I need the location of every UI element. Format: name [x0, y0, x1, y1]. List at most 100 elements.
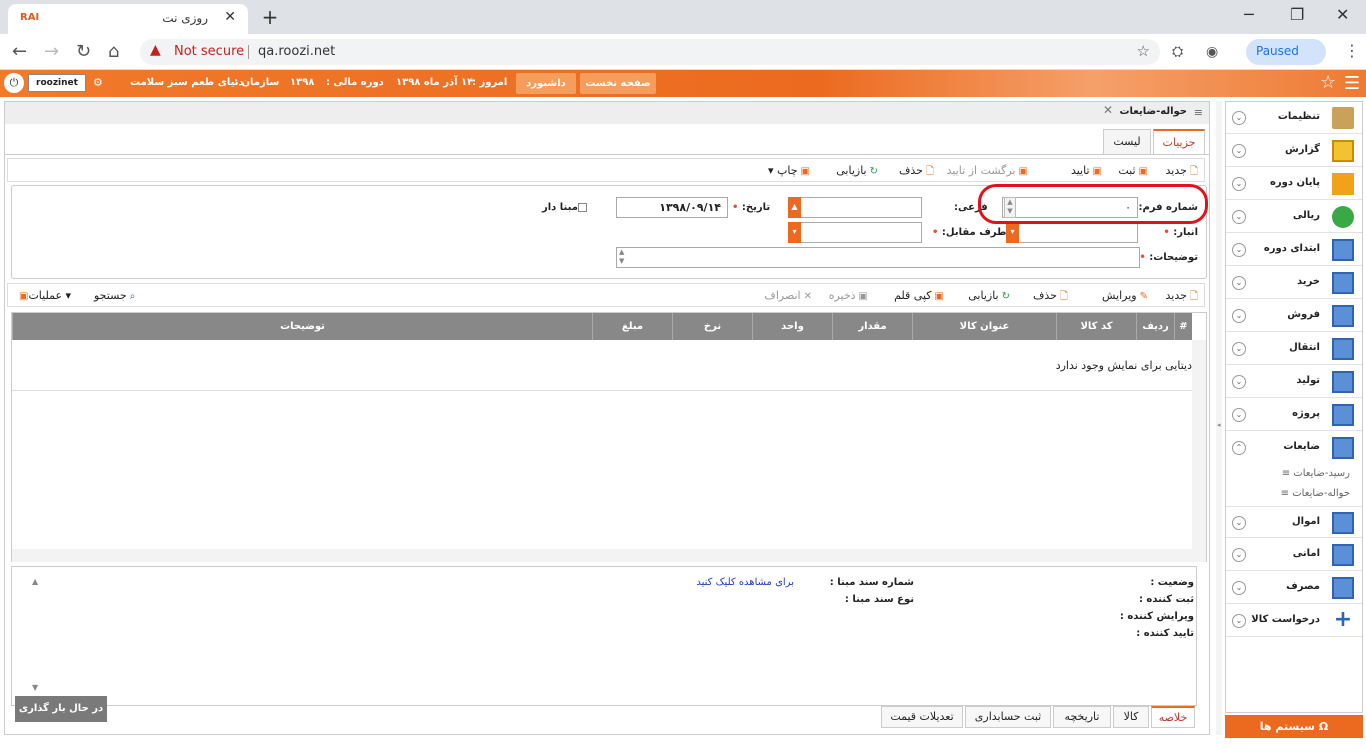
home-page-button[interactable]: صفحه نخست: [580, 73, 656, 94]
sidebar-item-period-start[interactable]: ابتدای دوره ⌄: [1226, 234, 1362, 266]
print-button[interactable]: ▣چاپ ▾: [768, 164, 810, 177]
delete-button[interactable]: 🗋حذف: [899, 164, 934, 181]
search-button[interactable]: ⌕جستجو: [94, 289, 135, 302]
description-input[interactable]: ▲ ▼: [616, 247, 1140, 268]
close-window-icon[interactable]: ✕: [1336, 5, 1349, 24]
sidebar-item-rial[interactable]: ریالی ⌄: [1226, 201, 1362, 233]
party-select[interactable]: [788, 222, 922, 243]
sidebar-item-consumption[interactable]: مصرف ⌄: [1226, 572, 1362, 604]
view-link[interactable]: برای مشاهده کلیک کنید: [696, 577, 794, 588]
minimize-icon[interactable]: ─: [1244, 5, 1254, 24]
power-icon[interactable]: ⏻: [4, 73, 24, 93]
new-button[interactable]: 🗋جدید: [1166, 164, 1198, 181]
required-mark: •: [1163, 227, 1170, 238]
forward-icon[interactable]: →: [44, 41, 59, 62]
tab-accounting[interactable]: ثبت حسابداری: [965, 706, 1051, 728]
omnibox[interactable]: ▲ Not secure qa.roozi.net ☆: [140, 39, 1160, 65]
close-tab-icon[interactable]: ✕: [224, 9, 236, 25]
col-row[interactable]: ردیف: [1136, 313, 1174, 340]
grid-refresh-button[interactable]: ↻بازیابی: [968, 289, 1010, 302]
dashboard-button[interactable]: داشبورد: [516, 73, 576, 94]
sidebar-item-consignment[interactable]: امانی ⌄: [1226, 539, 1362, 571]
sidebar-item-purchase[interactable]: خرید ⌄: [1226, 267, 1362, 299]
org-value: دنیای طعم سبز سلامت: [130, 77, 244, 88]
hamburger-menu-icon[interactable]: ☰: [1344, 73, 1360, 94]
cancel-button[interactable]: ✕انصراف: [764, 289, 812, 302]
confirm-button[interactable]: ▣تایید: [1071, 164, 1102, 177]
col-title[interactable]: عنوان کالا: [912, 313, 1056, 340]
grid-edit-button[interactable]: ✎ویرایش: [1102, 289, 1148, 302]
extension-icon[interactable]: ⛭: [1172, 44, 1183, 60]
grid-save-button[interactable]: ▣ذخیره: [829, 289, 868, 302]
grid-empty-message: دیتایی برای نمایش وجود ندارد: [1055, 359, 1192, 372]
has-base-checkbox[interactable]: [578, 203, 587, 212]
sidebar-item-waste[interactable]: ضایعات ⌃: [1226, 432, 1362, 464]
browser-tab[interactable]: RAI روزی نت ✕: [8, 4, 248, 34]
grid-new-button[interactable]: 🗋جدید: [1166, 289, 1198, 306]
col-unit[interactable]: واحد: [752, 313, 832, 340]
scroll-up-icon[interactable]: ▲: [32, 577, 38, 586]
favorites-star-icon[interactable]: ☆: [1320, 72, 1336, 93]
table-star-icon: [1332, 404, 1354, 426]
scroll-down-icon[interactable]: ▼: [32, 683, 38, 692]
col-qty[interactable]: مقدار: [832, 313, 912, 340]
username-box[interactable]: roozinet: [28, 74, 86, 92]
reload-icon[interactable]: ↻: [76, 41, 91, 62]
panel-splitter[interactable]: ◂: [1216, 101, 1222, 735]
close-panel-icon[interactable]: ✕: [1103, 103, 1113, 117]
unconfirm-button[interactable]: ▣برگشت از تایید: [947, 164, 1028, 177]
col-hash[interactable]: #: [1174, 313, 1192, 340]
sub-input[interactable]: [788, 197, 922, 218]
sidebar-item-report[interactable]: گزارش ⌄: [1226, 135, 1362, 167]
grid-delete-button[interactable]: 🗋حذف: [1033, 289, 1068, 306]
col-rate[interactable]: نرخ: [672, 313, 752, 340]
sidebar-item-production[interactable]: تولید ⌄: [1226, 366, 1362, 398]
sidebar-item-goods-request[interactable]: + درخواست کالا ⌄: [1226, 605, 1362, 637]
sidebar-item-label: انتقال: [1289, 342, 1320, 353]
new-doc-icon: 🗋: [1189, 291, 1198, 302]
collapse-icon[interactable]: ◂: [1217, 421, 1221, 429]
sidebar-subitem-waste-issue[interactable]: حواله-ضایعات ≡: [1281, 488, 1350, 499]
col-amount[interactable]: مبلغ: [592, 313, 672, 340]
col-desc[interactable]: توضیحات: [12, 313, 592, 340]
sidebar-subitem-waste-receipt[interactable]: رسید-ضایعات ≡: [1282, 468, 1350, 479]
date-input[interactable]: ۱۳۹۸/۰۹/۱۴: [616, 197, 728, 218]
save-button[interactable]: ▣ثبت: [1118, 164, 1148, 177]
tab-summary[interactable]: خلاصه: [1151, 706, 1195, 728]
maximize-icon[interactable]: ❐: [1290, 5, 1304, 24]
operations-button[interactable]: ▾ عملیات▣: [16, 289, 71, 302]
tab-goods[interactable]: کالا: [1113, 706, 1149, 728]
sub-spinner[interactable]: ▲: [788, 197, 801, 218]
new-tab-button[interactable]: +: [258, 6, 282, 30]
party-dropdown-icon[interactable]: ▾: [788, 222, 801, 243]
chevron-down-icon: ⌄: [1232, 342, 1246, 356]
col-code[interactable]: کد کالا: [1056, 313, 1136, 340]
tab-details[interactable]: جزییات: [1153, 129, 1205, 155]
profile-paused-button[interactable]: Paused: [1246, 39, 1326, 65]
grid-vertical-scrollbar[interactable]: [1192, 340, 1206, 562]
sidebar-item-sales[interactable]: فروش ⌄: [1226, 300, 1362, 332]
cast-icon[interactable]: ◉: [1206, 44, 1218, 60]
warehouse-dropdown-icon[interactable]: ▾: [1006, 222, 1019, 243]
systems-button[interactable]: سیستم ها Ω: [1225, 715, 1363, 738]
sidebar-item-transfer[interactable]: انتقال ⌄: [1226, 333, 1362, 365]
url-text[interactable]: qa.roozi.net: [258, 44, 335, 59]
copy-item-button[interactable]: ▣کپی قلم: [894, 289, 944, 302]
sidebar-item-assets[interactable]: اموال ⌄: [1226, 506, 1362, 538]
warehouse-select[interactable]: [1006, 222, 1138, 243]
today-value: ۱۴ آذر ماه ۱۳۹۸: [396, 77, 474, 88]
tab-history[interactable]: تاریخچه: [1053, 706, 1111, 728]
tab-list[interactable]: لیست: [1103, 129, 1151, 155]
browser-menu-icon[interactable]: ⋮: [1344, 41, 1360, 60]
sidebar-item-settings[interactable]: تنظیمات ⌄: [1226, 102, 1362, 134]
grid-horizontal-scrollbar[interactable]: [12, 549, 1192, 562]
sidebar-item-period-end[interactable]: پایان دوره ⌄: [1226, 168, 1362, 200]
refresh-button[interactable]: ↻بازیابی: [836, 164, 878, 177]
back-icon[interactable]: ←: [12, 41, 27, 62]
bookmark-star-icon[interactable]: ☆: [1137, 42, 1150, 60]
settings-icon[interactable]: ⚙: [93, 76, 103, 89]
home-icon[interactable]: ⌂: [108, 41, 119, 62]
tab-price-adjust[interactable]: تعدیلات قیمت: [881, 706, 963, 728]
sidebar-item-project[interactable]: پروژه ⌄: [1226, 399, 1362, 431]
edit-icon: ✎: [1139, 291, 1148, 302]
